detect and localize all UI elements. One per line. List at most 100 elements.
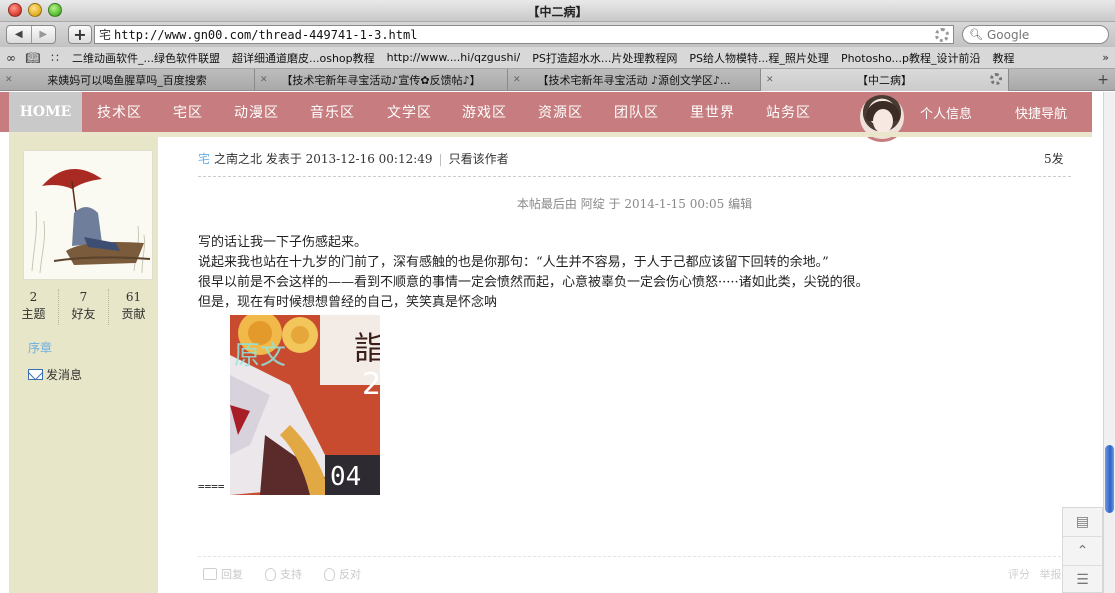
nav-quick-menu[interactable]: 快捷导航	[1015, 92, 1067, 132]
page-scrollbar[interactable]	[1103, 92, 1115, 593]
browser-toolbar: ◀ ▶ + 宅 http://www.gn00.com/thread-44974…	[0, 22, 1115, 47]
forward-button[interactable]: ▶	[30, 26, 56, 43]
lightbulb-off-icon	[324, 567, 335, 581]
rate-button[interactable]: 评分	[1008, 568, 1030, 581]
back-button[interactable]: ◀	[7, 26, 31, 43]
arrow-up-icon: ⌃	[1076, 543, 1089, 559]
search-placeholder: Google	[986, 27, 1030, 42]
bookmark-item[interactable]: PS给人物模特...程_照片处理	[683, 50, 835, 66]
edit-note: 本帖最后由 阿绽 于 2014-1-15 00:05 编辑	[516, 197, 753, 211]
tab-label: 【技术宅新年寻宝活动 ♪源创文学区♪...	[537, 74, 731, 87]
nav-item-inner-world[interactable]: 里世界	[690, 92, 735, 132]
author-rank-link[interactable]: 序章	[28, 339, 52, 356]
nav-item-literature[interactable]: 文学区	[387, 92, 432, 132]
nav-item-resources[interactable]: 资源区	[538, 92, 583, 132]
post-actions-right: 评分 举报	[1008, 566, 1062, 582]
image-watermark-label: 原文	[234, 341, 287, 371]
search-icon: 🔍︎	[969, 28, 983, 41]
scrollbar-thumb[interactable]	[1105, 445, 1114, 513]
nav-profile-link[interactable]: 个人信息	[920, 92, 972, 132]
stat-friends[interactable]: 7 好友	[58, 289, 108, 325]
close-tab-icon[interactable]: ✕	[513, 75, 523, 85]
nav-item-anime[interactable]: 动漫区	[234, 92, 279, 132]
search-input[interactable]: 🔍︎ Google	[962, 25, 1109, 44]
new-tab-button[interactable]: +	[1097, 72, 1109, 88]
back-to-top-button[interactable]: ⌃	[1063, 537, 1102, 566]
post-line: 说起来我也站在十九岁的门前了，深有感触的也是你那句：“人生并不容易，于人于己都应…	[198, 255, 829, 270]
address-bar[interactable]: 宅 http://www.gn00.com/thread-449741-1-3.…	[94, 25, 954, 44]
quick-reply-button[interactable]: ▤	[1063, 508, 1102, 537]
nav-item-teams[interactable]: 团队区	[614, 92, 659, 132]
window-titlebar: 【中二病】	[0, 0, 1115, 22]
post-attachment-image[interactable]: 詣 2 原文 04	[230, 315, 380, 495]
image-number: 04	[330, 462, 362, 492]
author-stats: 2 主题 7 好友 61 贡献	[9, 289, 158, 325]
bookmark-item[interactable]: 超详细通道磨皮...oshop教程	[226, 50, 381, 66]
floating-toolbar: ▤ ⌃ ☰	[1062, 507, 1103, 593]
tab-label: 【中二病】	[857, 74, 912, 87]
bookmark-item[interactable]: http://www....hi/qzgushi/	[381, 51, 527, 64]
post-line: 写的话让我一下子伤感起来。	[198, 235, 368, 250]
list-view-button[interactable]: ☰	[1063, 566, 1102, 593]
envelope-icon	[28, 369, 43, 380]
lightbulb-icon	[265, 567, 276, 581]
address-text: http://www.gn00.com/thread-449741-1-3.ht…	[114, 27, 418, 42]
site-navigation: HOME 技术区 宅区 动漫区 音乐区 文学区 游戏区 资源区 团队区 里世界 …	[0, 92, 1092, 142]
post-floor-number[interactable]: 5发	[1044, 150, 1064, 167]
reply-icon	[203, 568, 217, 580]
list-icon: ☰	[1076, 572, 1089, 588]
nav-home-link[interactable]: HOME	[9, 92, 82, 132]
nav-item-tech[interactable]: 技术区	[97, 92, 142, 132]
tab-baidu-search[interactable]: ✕ 来姨妈可以喝鱼腥草吗_百度搜索	[0, 69, 255, 91]
tab-bar: ✕ 来姨妈可以喝鱼腥草吗_百度搜索 ✕ 【技术宅新年寻宝活动♪宣传✿反馈帖♪】 …	[0, 69, 1115, 91]
reading-glasses-icon[interactable]: ∞	[0, 51, 22, 65]
nav-item-site-affairs[interactable]: 站务区	[766, 92, 811, 132]
oppose-button[interactable]: 反对	[324, 566, 361, 582]
tab-label: 来姨妈可以喝鱼腥草吗_百度搜索	[47, 74, 207, 87]
signature-separator: ====	[198, 480, 225, 493]
bookmark-item[interactable]: Photosho...p教程_设计前沿	[835, 50, 987, 66]
only-author-link[interactable]: 只看该作者	[449, 152, 509, 166]
bookmark-item[interactable]: 二维动画软件_...绿色软件联盟	[66, 50, 226, 66]
bookmark-item[interactable]: PS打造超水水...片处理教程网	[526, 50, 683, 66]
tab-label: 【技术宅新年寻宝活动♪宣传✿反馈帖♪】	[281, 74, 481, 87]
tab-loading-icon	[990, 73, 1002, 85]
send-message-link[interactable]: 发消息	[28, 366, 82, 383]
author-avatar[interactable]	[23, 150, 153, 280]
post-line: 很早以前是不会这样的——看到不顺意的事情一定会愤然而起，心意被辜负一定会伤心愤怒…	[198, 275, 869, 290]
loading-spinner-icon	[935, 28, 949, 42]
bookmarks-overflow-button[interactable]: »	[1102, 51, 1109, 64]
close-tab-icon[interactable]: ✕	[5, 75, 15, 85]
open-book-icon[interactable]: 📖︎	[22, 51, 44, 65]
back-forward-control: ◀ ▶	[6, 25, 56, 44]
nav-item-music[interactable]: 音乐区	[310, 92, 355, 132]
tab-event-literature[interactable]: ✕ 【技术宅新年寻宝活动 ♪源创文学区♪...	[508, 69, 761, 91]
nav-item-games[interactable]: 游戏区	[462, 92, 507, 132]
close-tab-icon[interactable]: ✕	[766, 75, 776, 85]
author-sidebar: 2 主题 7 好友 61 贡献 序章 发消息	[9, 137, 158, 593]
support-button[interactable]: 支持	[265, 566, 302, 582]
add-bookmark-button[interactable]: +	[68, 25, 92, 44]
top-sites-grid-icon[interactable]: ∷	[44, 51, 66, 65]
image-text-volume: 2	[362, 367, 380, 402]
window-title: 【中二病】	[527, 5, 588, 19]
tab-current-thread[interactable]: ✕ 【中二病】	[761, 69, 1009, 91]
bookmark-item[interactable]: 教程	[987, 50, 1021, 66]
bookmarks-bar: ∞ 📖︎ ∷ 二维动画软件_...绿色软件联盟 超详细通道磨皮...oshop教…	[0, 47, 1115, 69]
stat-contribution[interactable]: 61 贡献	[108, 289, 158, 325]
post-actions: 回复 支持 反对	[203, 566, 383, 582]
report-button[interactable]: 举报	[1040, 568, 1062, 581]
group-tag[interactable]: 宅	[198, 152, 210, 166]
site-favicon-icon: 宅	[99, 28, 112, 42]
tab-event-feedback[interactable]: ✕ 【技术宅新年寻宝活动♪宣传✿反馈帖♪】	[255, 69, 508, 91]
reply-button[interactable]: 回复	[203, 566, 243, 582]
close-tab-icon[interactable]: ✕	[260, 75, 270, 85]
post-meta: 之南之北 发表于 2013-12-16 00:12:49	[214, 152, 433, 166]
web-page: HOME 技术区 宅区 动漫区 音乐区 文学区 游戏区 资源区 团队区 里世界 …	[0, 92, 1103, 593]
image-text-kanji: 詣	[354, 329, 380, 367]
post-content: 写的话让我一下子伤感起来。 说起来我也站在十九岁的门前了，深有感触的也是你那句：…	[198, 233, 1078, 313]
post-line: 但是，现在有时候想想曾经的自己，笑笑真是怀念呐	[198, 295, 498, 310]
stat-topics[interactable]: 2 主题	[9, 289, 58, 325]
post-header: 宅之南之北 发表于 2013-12-16 00:12:49 | 只看该作者	[198, 152, 509, 166]
nav-item-otaku[interactable]: 宅区	[173, 92, 203, 132]
